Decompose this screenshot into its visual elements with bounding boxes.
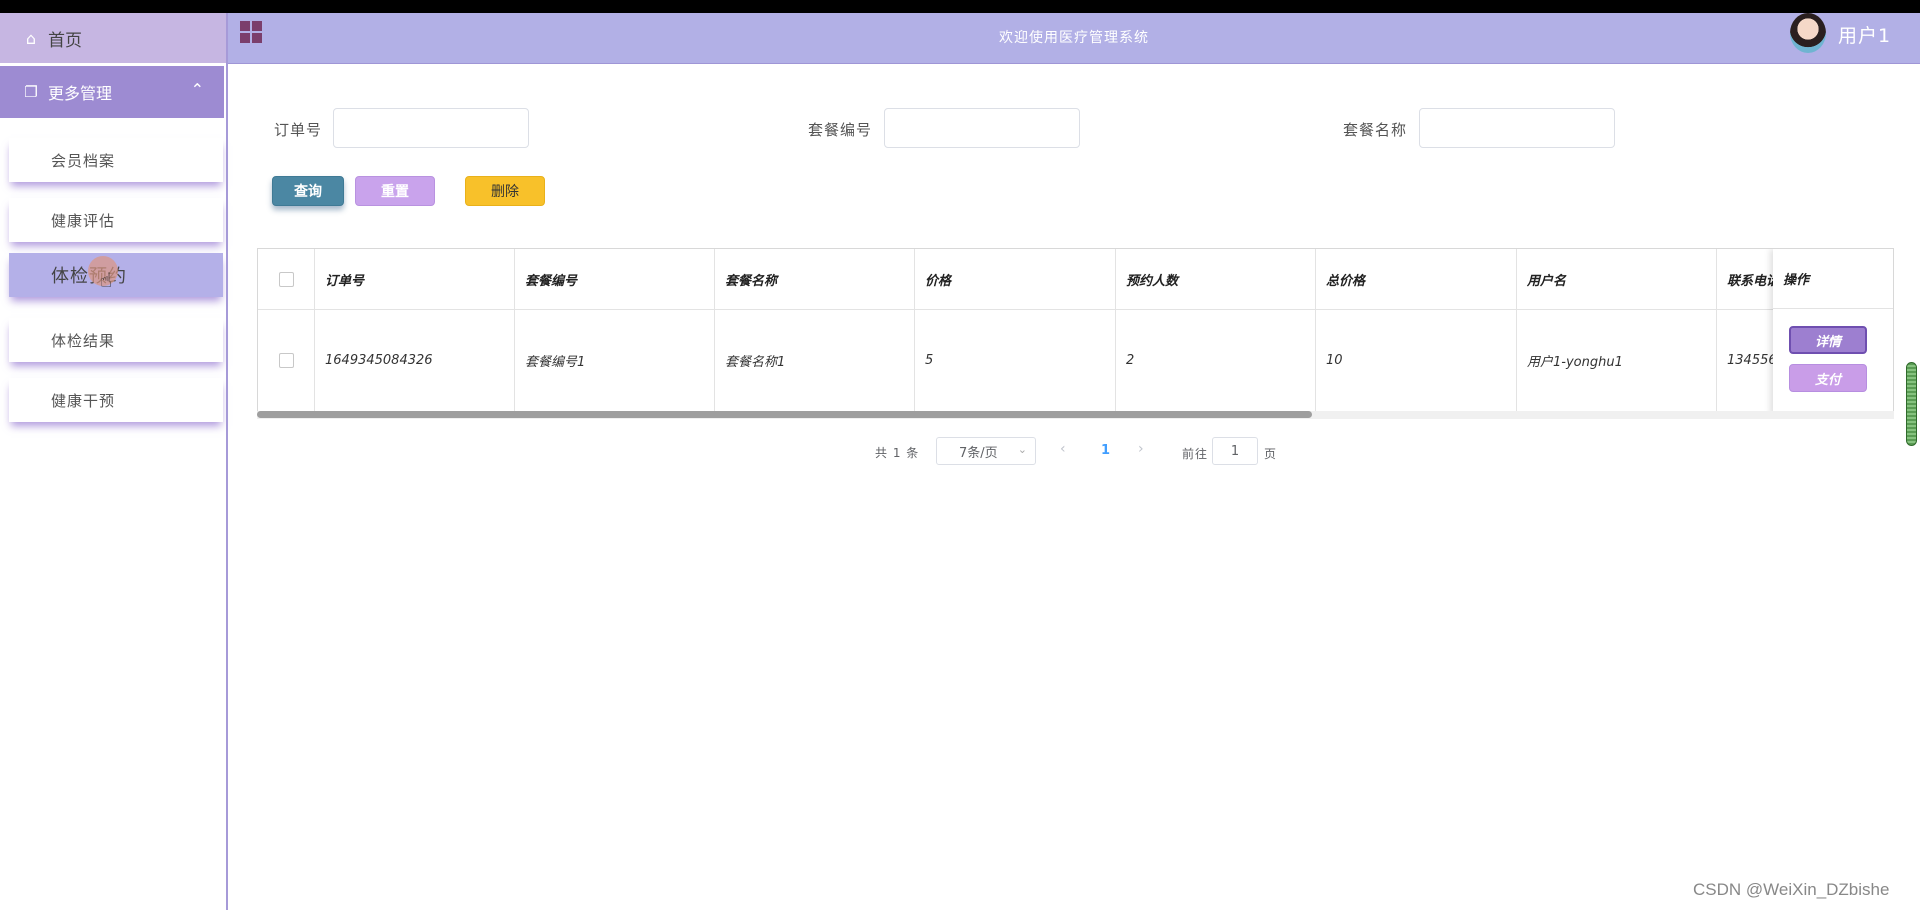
header-price[interactable]: 价格 — [915, 249, 1116, 309]
cell-order-no: 1649345084326 — [315, 309, 515, 411]
header-username[interactable]: 用户名 — [1517, 249, 1717, 309]
sidebar-divider — [226, 13, 228, 910]
sidebar-group-more[interactable]: ❐ 更多管理 ⌃ — [0, 66, 224, 118]
chevron-down-icon: ⌄ — [1017, 443, 1027, 456]
sidebar-item-label: 会员档案 — [51, 151, 116, 170]
cell-reservation-count: 2 — [1116, 309, 1316, 411]
sidebar-item-exam-results[interactable]: 体检结果 — [9, 318, 223, 362]
select-all-cell — [258, 249, 315, 309]
header-order-no[interactable]: 订单号 — [315, 249, 515, 309]
header-reservation-count[interactable]: 预约人数 — [1116, 249, 1316, 309]
row-checkbox[interactable] — [278, 352, 294, 368]
page-size-value: 7条/页 — [959, 445, 998, 461]
next-page-icon[interactable]: › — [1138, 441, 1144, 457]
pay-button[interactable]: 支付 — [1789, 364, 1867, 392]
header-total-price[interactable]: 总价格 — [1316, 249, 1517, 309]
sidebar-item-home[interactable]: ⌂ 首页 — [0, 13, 226, 63]
order-no-label: 订单号 — [274, 121, 323, 139]
horizontal-scrollbar-thumb[interactable] — [257, 411, 1312, 418]
operations-column: 操作 详情 支付 — [1773, 249, 1893, 415]
sidebar: ⌂ 首页 ❐ 更多管理 ⌃ 会员档案 健康评估 体检预约 体检结果 健康干预 — [0, 13, 228, 910]
goto-page-input[interactable]: 1 — [1212, 437, 1258, 465]
sidebar-item-label: 首页 — [48, 30, 82, 51]
hand-cursor-icon: ☝ — [100, 268, 113, 292]
header-package-no[interactable]: 套餐编号 — [515, 249, 715, 309]
page-suffix-label: 页 — [1264, 447, 1277, 461]
cell-package-no: 套餐编号1 — [515, 309, 715, 411]
package-no-input[interactable] — [884, 108, 1080, 148]
home-icon: ⌂ — [25, 28, 37, 48]
cell-total-price: 10 — [1316, 309, 1517, 411]
top-header: 欢迎使用医疗管理系统 用户1 — [228, 13, 1920, 64]
sidebar-group-label: 更多管理 — [48, 84, 113, 103]
cell-username: 用户1-yonghu1 — [1517, 309, 1717, 411]
reset-button[interactable]: 重置 — [355, 176, 435, 206]
chevron-up-icon[interactable]: ⌃ — [191, 80, 204, 99]
data-table: 订单号 套餐编号 套餐名称 价格 预约人数 总价格 用户名 联系电话 16493… — [257, 248, 1894, 416]
sidebar-item-label: 健康评估 — [51, 211, 116, 230]
row-select-cell — [258, 309, 315, 411]
header-operations: 操作 — [1773, 249, 1893, 309]
sidebar-item-label: 体检结果 — [51, 331, 116, 350]
header-package-name[interactable]: 套餐名称 — [715, 249, 915, 309]
copy-icon: ❐ — [24, 83, 38, 101]
order-no-input[interactable] — [333, 108, 529, 148]
vertical-scrollbar[interactable] — [1906, 362, 1917, 446]
package-no-label: 套餐编号 — [808, 121, 873, 139]
avatar[interactable] — [1790, 13, 1826, 53]
watermark: CSDN @WeiXin_DZbishe — [1693, 880, 1890, 899]
goto-label: 前往 — [1182, 447, 1209, 461]
sidebar-item-member-archive[interactable]: 会员档案 — [9, 138, 223, 182]
query-button[interactable]: 查询 — [272, 176, 344, 206]
pagination-total: 共 1 条 — [875, 446, 920, 460]
table-row[interactable]: 1649345084326 套餐编号1 套餐名称1 5 2 10 用户1-yon… — [258, 309, 1893, 411]
cell-package-name: 套餐名称1 — [715, 309, 915, 411]
sidebar-item-label: 健康干预 — [51, 391, 116, 410]
select-all-checkbox[interactable] — [278, 271, 294, 287]
delete-button[interactable]: 删除 — [465, 176, 545, 206]
page-title: 欢迎使用医疗管理系统 — [999, 30, 1149, 46]
username-label[interactable]: 用户1 — [1838, 21, 1891, 48]
detail-button[interactable]: 详情 — [1789, 326, 1867, 354]
window-top-bar — [0, 0, 1920, 13]
package-name-label: 套餐名称 — [1343, 121, 1408, 139]
prev-page-icon[interactable]: ‹ — [1060, 441, 1066, 457]
sidebar-item-health-intervention[interactable]: 健康干预 — [9, 378, 223, 422]
cell-price: 5 — [915, 309, 1116, 411]
page-size-select[interactable]: 7条/页 ⌄ — [936, 437, 1036, 465]
sidebar-item-health-assessment[interactable]: 健康评估 — [9, 198, 223, 242]
table-header-row: 订单号 套餐编号 套餐名称 价格 预约人数 总价格 用户名 联系电话 — [258, 249, 1893, 310]
page-number-current[interactable]: 1 — [1101, 443, 1110, 458]
package-name-input[interactable] — [1419, 108, 1615, 148]
